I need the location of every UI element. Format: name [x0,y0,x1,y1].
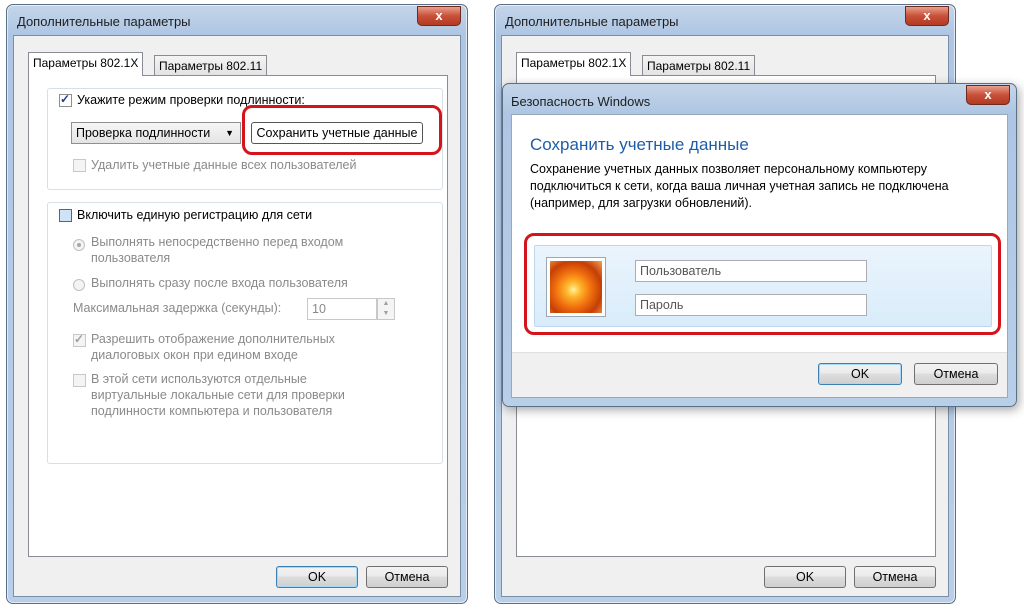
chevron-down-icon: ▼ [225,128,234,138]
radio-before-logon-label: Выполнять непосредственно перед входом п… [91,235,344,265]
auth-mode-select[interactable]: Проверка подлинности ▼ [71,122,241,144]
radio-after-logon [73,279,85,291]
spin-up-icon: ▲ [382,300,390,307]
separate-vlan-checkbox [73,374,86,387]
radio-before-logon [73,239,85,251]
max-delay-value: 10 [312,302,326,316]
advanced-settings-window-left: Дополнительные параметры x Параметры 802… [6,4,468,604]
max-delay-label: Максимальная задержка (секунды): [73,301,282,315]
max-delay-spinner: ▲ ▼ [377,298,395,320]
close-button[interactable]: x [905,6,949,26]
radio-after-logon-label: Выполнять сразу после входа пользователя [91,276,348,290]
ok-button[interactable]: OK [276,566,358,588]
highlight-save-credentials [242,105,442,155]
dialog-heading: Сохранить учетные данные [530,135,749,154]
tab-802-1x[interactable]: Параметры 802.1X [516,52,632,76]
window-title: Дополнительные параметры [17,14,191,29]
auth-mode-checkbox[interactable] [59,92,72,107]
close-button[interactable]: x [417,6,461,26]
sso-checkbox[interactable] [59,209,72,222]
cancel-button[interactable]: Отмена [914,363,998,385]
title-bar[interactable]: Дополнительные параметры x [7,5,467,35]
highlight-credential-fields [524,233,1001,335]
allow-dialogs-label: Разрешить отображение дополнительных диа… [91,332,335,362]
spin-down-icon: ▼ [382,310,390,317]
sso-label: Включить единую регистрацию для сети [77,208,313,222]
tab-802-11[interactable]: Параметры 802.11 [154,55,268,76]
title-bar[interactable]: Дополнительные параметры x [495,5,955,35]
ok-button[interactable]: OK [818,363,902,385]
window-title: Дополнительные параметры [505,14,679,29]
tab-802-1x[interactable]: Параметры 802.1X [28,52,144,76]
dialog-description: Сохранение учетных данных позволяет перс… [530,162,949,210]
close-button[interactable]: x [966,85,1010,105]
delete-credentials-checkbox [73,159,86,172]
max-delay-field: 10 [307,298,377,320]
cancel-button[interactable]: Отмена [366,566,448,588]
cancel-button[interactable]: Отмена [854,566,936,588]
dialog-title: Безопасность Windows [511,94,651,109]
delete-credentials-label: Удалить учетные данные всех пользователе… [91,158,357,172]
auth-mode-select-value: Проверка подлинности [76,126,211,140]
separate-vlan-label: В этой сети используются отдельные вирту… [91,372,345,418]
allow-dialogs-checkbox [73,332,86,347]
ok-button[interactable]: OK [764,566,846,588]
title-bar[interactable]: Безопасность Windows x [503,84,1016,112]
tab-802-11[interactable]: Параметры 802.11 [642,55,756,76]
